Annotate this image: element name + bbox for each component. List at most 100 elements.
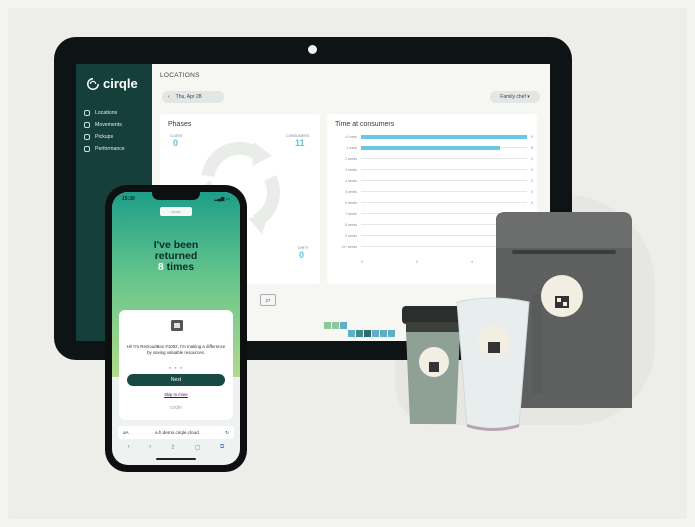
calendar-cell[interactable]	[372, 330, 379, 337]
date-label: Thu, Apr 28	[175, 94, 202, 100]
bar-row: 4 weeks 0	[345, 178, 545, 183]
browser-url-bar[interactable]: aA a.h.demo.cirqle.cloud ↻	[118, 426, 234, 439]
stat-value-dirty: 0	[299, 250, 305, 260]
bar-label: <1 week	[345, 134, 357, 139]
location-filter-label: Family chef	[500, 94, 526, 100]
browser-toolbar: ‹ › ⇪ ▢ ⧉	[118, 444, 234, 454]
url-text: a.h.demo.cirqle.cloud	[155, 430, 199, 435]
share-icon[interactable]: ⇪	[170, 444, 175, 454]
back-icon[interactable]: ‹	[128, 444, 130, 454]
bar-row: 5 weeks 0	[345, 189, 545, 194]
movements-icon	[84, 122, 90, 128]
bar-row: 1 week 8	[345, 145, 545, 150]
bar-label: 6 weeks	[345, 200, 357, 205]
bookmarks-icon[interactable]: ▢	[195, 444, 201, 454]
bar-label: 9 weeks	[345, 233, 357, 238]
return-count: 8	[157, 261, 164, 273]
sidebar-item-label: Pickups	[95, 134, 114, 140]
bar-value: 9	[531, 134, 533, 139]
calendar-cell[interactable]	[324, 322, 331, 329]
calendar-day-button[interactable]: 27	[260, 294, 276, 306]
chevron-down-icon: ▾	[527, 94, 530, 100]
reload-icon[interactable]: ↻	[225, 430, 229, 436]
info-card: Hi! I'm ReGoodBox #1002, I'm making a di…	[119, 310, 233, 420]
bar-value: 0	[531, 200, 533, 205]
location-pin-icon	[84, 110, 90, 116]
signal-battery-icon: ▂▄▆ ▭	[214, 196, 230, 201]
bar-row: <1 week 9	[345, 134, 545, 139]
chevron-left-icon[interactable]: ‹	[168, 94, 170, 100]
bar-value: 0	[531, 156, 533, 161]
location-filter-dropdown[interactable]: Family chef ▾	[490, 91, 540, 103]
card-logo: cirqle	[170, 405, 182, 411]
headline-line-3: 8 times	[112, 262, 240, 273]
time-panel-title: Time at consumers	[335, 121, 395, 128]
bar-label: 1 week	[346, 145, 357, 150]
chart-icon	[84, 146, 90, 152]
phone-notch	[152, 192, 200, 200]
bar-label: 5 weeks	[345, 189, 357, 194]
bar-value: 0	[531, 167, 533, 172]
returned-headline: I've been returned 8 times	[112, 240, 240, 273]
stat-value-consumers: 11	[295, 138, 305, 148]
x-tick-label: 4	[471, 260, 473, 264]
truck-icon	[84, 134, 90, 140]
page-title: LOCATIONS	[160, 72, 200, 79]
bar-track	[361, 169, 527, 170]
calendar-cell[interactable]	[364, 330, 371, 337]
pagination-dots: ● ● ●	[168, 365, 184, 370]
box-icon	[171, 320, 183, 331]
app-brand: cirqle	[103, 76, 138, 91]
sidebar-item-performance[interactable]: Performance	[84, 143, 125, 155]
sidebar-item-label: Locations	[95, 110, 118, 116]
bar-label: 7 weeks	[345, 211, 357, 216]
bar-value: 0	[531, 189, 533, 194]
date-selector[interactable]: ‹ Thu, Apr 28	[162, 91, 224, 103]
bar[interactable]	[361, 134, 527, 139]
calendar-cell[interactable]	[340, 322, 347, 329]
bar-row: 2 weeks 0	[345, 156, 545, 161]
calendar-cell[interactable]	[332, 322, 339, 329]
bar[interactable]	[361, 145, 501, 150]
sidebar-item-movements[interactable]: Movements	[84, 119, 125, 131]
sidebar-item-pickups[interactable]: Pickups	[84, 131, 125, 143]
sidebar-item-label: Movements	[95, 122, 122, 128]
reusable-cup-clear	[456, 297, 530, 431]
home-indicator	[156, 458, 196, 460]
forward-icon[interactable]: ›	[149, 444, 151, 454]
x-tick-label: 2	[416, 260, 418, 264]
bar-track	[361, 202, 527, 203]
bar-value: 8	[531, 145, 533, 150]
skip-link[interactable]: Skip to more	[119, 392, 233, 397]
calendar-cell[interactable]	[388, 330, 395, 337]
status-time: 15:30	[122, 196, 135, 202]
sidebar-item-locations[interactable]: Locations	[84, 107, 125, 119]
phone-device: 15:30 ▂▄▆ ▭ cirqle I've been returned 8 …	[105, 185, 247, 472]
headline-times: times	[166, 261, 195, 273]
sidebar-item-label: Performance	[95, 146, 125, 152]
phone-screen: 15:30 ▂▄▆ ▭ cirqle I've been returned 8 …	[112, 192, 240, 465]
bar-track	[361, 191, 527, 192]
calendar-cell[interactable]	[380, 330, 387, 337]
calendar-cell[interactable]	[356, 330, 363, 337]
text-size-button[interactable]: aA	[123, 430, 129, 435]
bar-label: 10+ weeks	[341, 244, 357, 249]
stat-value-client: 0	[173, 138, 179, 148]
bar-label: 8 weeks	[345, 222, 357, 227]
calendar-cell[interactable]	[348, 330, 355, 337]
next-button[interactable]: Next	[127, 374, 225, 386]
cirqle-logo-icon	[87, 77, 99, 90]
sidebar-nav: Locations Movements Pickups Performance	[84, 107, 125, 155]
bar-value: 0	[531, 178, 533, 183]
bar-track	[361, 180, 527, 181]
bar-label: 3 weeks	[345, 167, 357, 172]
x-tick-label: 0	[361, 260, 363, 264]
camera-dot	[308, 45, 317, 54]
bar-label: 2 weeks	[345, 156, 357, 161]
tabs-icon[interactable]: ⧉	[220, 444, 224, 454]
card-message: Hi! I'm ReGoodBox #1002, I'm making a di…	[126, 344, 226, 356]
bar-label: 4 weeks	[345, 178, 357, 183]
app-logo[interactable]: cirqle	[86, 76, 138, 91]
brand-chip: cirqle	[160, 207, 192, 216]
phases-title: Phases	[168, 121, 192, 128]
